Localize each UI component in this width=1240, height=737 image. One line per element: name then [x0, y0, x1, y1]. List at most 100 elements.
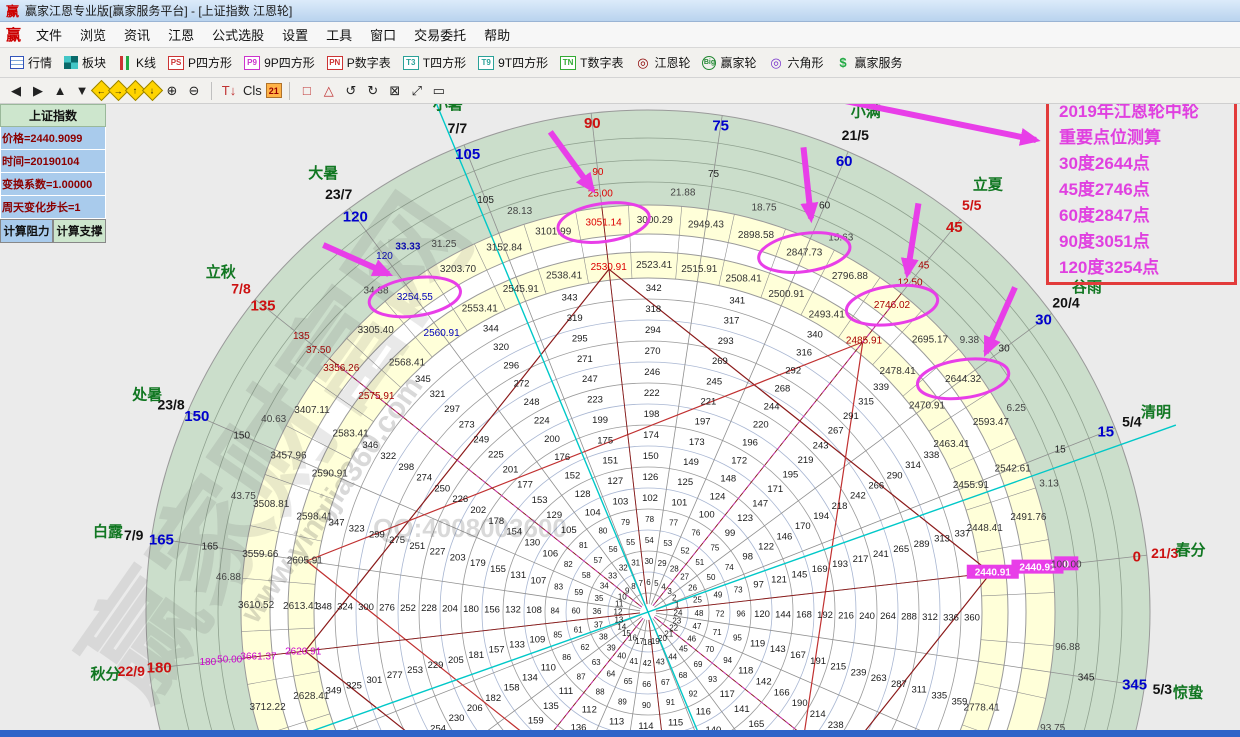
toolbar-button-T数字表[interactable]: TNT数字表	[554, 52, 629, 73]
price-value: 2898.58	[738, 230, 775, 241]
toolbar-button-板块[interactable]: 板块	[58, 52, 112, 73]
wheel-number: 172	[731, 455, 747, 466]
menu-item-3[interactable]: 江恩	[159, 23, 203, 46]
toolbar-button-江恩轮[interactable]: ◎江恩轮	[629, 52, 696, 73]
wheel-number: 79	[621, 518, 630, 527]
forward-icon[interactable]: ▶	[28, 81, 48, 101]
rotate-ccw-icon[interactable]: ↺	[341, 81, 361, 101]
menu-item-6[interactable]: 工具	[317, 23, 361, 46]
wheel-number: 63	[592, 658, 601, 667]
wheel-number: 61	[574, 625, 583, 634]
date-label: 5/5	[962, 197, 982, 213]
wheel-number: 194	[813, 511, 829, 522]
service-icon: $	[836, 55, 851, 70]
toolbar-button-K线[interactable]: K线	[112, 52, 162, 73]
price-value: 2542.61	[995, 463, 1032, 474]
toolbar-button-9T四方形[interactable]: T99T四方形	[472, 52, 554, 73]
solar-term-label: 惊蛰	[1173, 684, 1203, 702]
small-degree-label: 75	[708, 169, 720, 180]
wheel-number: 81	[579, 541, 588, 550]
wheel-number: 313	[934, 534, 950, 545]
wheel-number: 171	[767, 484, 783, 495]
wheel-number: 318	[645, 304, 661, 315]
wheel-number: 53	[663, 539, 672, 548]
cls-button[interactable]: Cls	[241, 81, 264, 101]
menu-item-5[interactable]: 设置	[273, 23, 317, 46]
toolbar-button-赢家轮[interactable]: Big赢家轮	[696, 52, 762, 73]
wheel-number: 40	[617, 652, 626, 661]
triangle-tool-icon[interactable]: △	[319, 81, 339, 101]
degree-label: 150	[184, 408, 209, 425]
wheel-number: 343	[562, 293, 578, 304]
rotate-cw-icon[interactable]: ↻	[363, 81, 383, 101]
menu-item-2[interactable]: 资讯	[115, 23, 159, 46]
back-icon[interactable]: ◀	[6, 81, 26, 101]
toolbar-button-赢家服务[interactable]: $赢家服务	[830, 52, 909, 73]
price-value: 2478.41	[880, 366, 917, 377]
wheel-number: 290	[887, 470, 903, 481]
wheel-number: 245	[706, 376, 722, 387]
price-value: 2463.41	[933, 439, 970, 450]
down-icon[interactable]: ▼	[72, 81, 92, 101]
toolbar-button-T四方形[interactable]: T3T四方形	[397, 52, 472, 73]
menu-item-4[interactable]: 公式选股	[203, 23, 273, 46]
wheel-number: 101	[671, 497, 687, 508]
price-value: 3101.99	[535, 227, 572, 238]
square-tool-icon[interactable]: □	[297, 81, 317, 101]
price-value: 2644.32	[945, 374, 982, 385]
wheel-number: 125	[677, 477, 693, 488]
resize-icon[interactable]: ⤢	[407, 81, 427, 101]
toolbar-label: T数字表	[580, 54, 623, 71]
wheel-number: 289	[914, 539, 930, 550]
wheel-number: 64	[606, 670, 615, 679]
toolbar-button-P数字表[interactable]: PNP数字表	[321, 52, 397, 73]
menu-item-7[interactable]: 窗口	[361, 23, 405, 46]
arrow-glyph: →	[114, 86, 123, 96]
toolbar-label: 9P四方形	[264, 54, 315, 71]
calc-button-0[interactable]: 计算阻力	[0, 219, 53, 243]
wheel-number: 263	[871, 673, 887, 684]
wheel-number: 96	[737, 610, 746, 619]
wheel-number: 84	[551, 606, 560, 615]
updown-icon[interactable]: T↓	[219, 81, 239, 101]
wheel-number: 151	[602, 456, 618, 467]
wheel-number: 214	[810, 709, 826, 720]
date-label: 20/4	[1052, 295, 1079, 311]
solar-term-label: 小满	[851, 102, 881, 120]
annotation-line-4: 60度2847点	[1059, 203, 1224, 229]
calendar-icon[interactable]: 21	[266, 83, 282, 98]
menu-item-8[interactable]: 交易委托	[405, 23, 475, 46]
zoom-out-icon[interactable]: ⊖	[184, 81, 204, 101]
toolbar-button-P四方形[interactable]: PSP四方形	[162, 52, 238, 73]
wheel-number: 119	[750, 638, 765, 649]
wheel-number: 336	[943, 612, 959, 623]
wheel-number: 106	[542, 548, 558, 559]
fit-icon[interactable]: ⊠	[385, 81, 405, 101]
wheel-number: 297	[444, 404, 460, 415]
shift-down-icon[interactable]: ↓	[142, 80, 163, 101]
up-icon[interactable]: ▲	[50, 81, 70, 101]
info-panel: 上证指数 价格=2440.9099时间=20190104变换系数=1.00000…	[0, 104, 106, 243]
wheel-number: 273	[459, 419, 475, 430]
price-value: 2847.73	[786, 248, 823, 259]
toolbar-button-9P四方形[interactable]: P99P四方形	[238, 52, 321, 73]
menu-item-1[interactable]: 浏览	[71, 23, 115, 46]
degree-label: 60	[836, 153, 853, 170]
wheel-number: 243	[813, 440, 829, 451]
zoom-in-icon[interactable]: ⊕	[162, 81, 182, 101]
wheel-number: 174	[643, 430, 659, 441]
calc-button-1[interactable]: 计算支撑	[53, 219, 106, 243]
wheel-number: 120	[754, 609, 770, 620]
toolbar-button-六角形[interactable]: ◎六角形	[763, 52, 830, 73]
screen-icon[interactable]: ▭	[429, 81, 449, 101]
wheel-number: 321	[430, 389, 446, 400]
toolbar-button-行情[interactable]: 行情	[4, 52, 58, 73]
toolbar-separator	[211, 82, 212, 100]
panel-row-2: 变换系数=1.00000	[0, 173, 106, 196]
menu-item-9[interactable]: 帮助	[475, 23, 519, 46]
wheel-number: 314	[905, 460, 921, 471]
menu-item-0[interactable]: 文件	[27, 23, 71, 46]
solar-term-label: 春分	[1175, 541, 1205, 559]
degree-label: 120	[343, 209, 368, 226]
wheel-number: 89	[618, 697, 627, 706]
